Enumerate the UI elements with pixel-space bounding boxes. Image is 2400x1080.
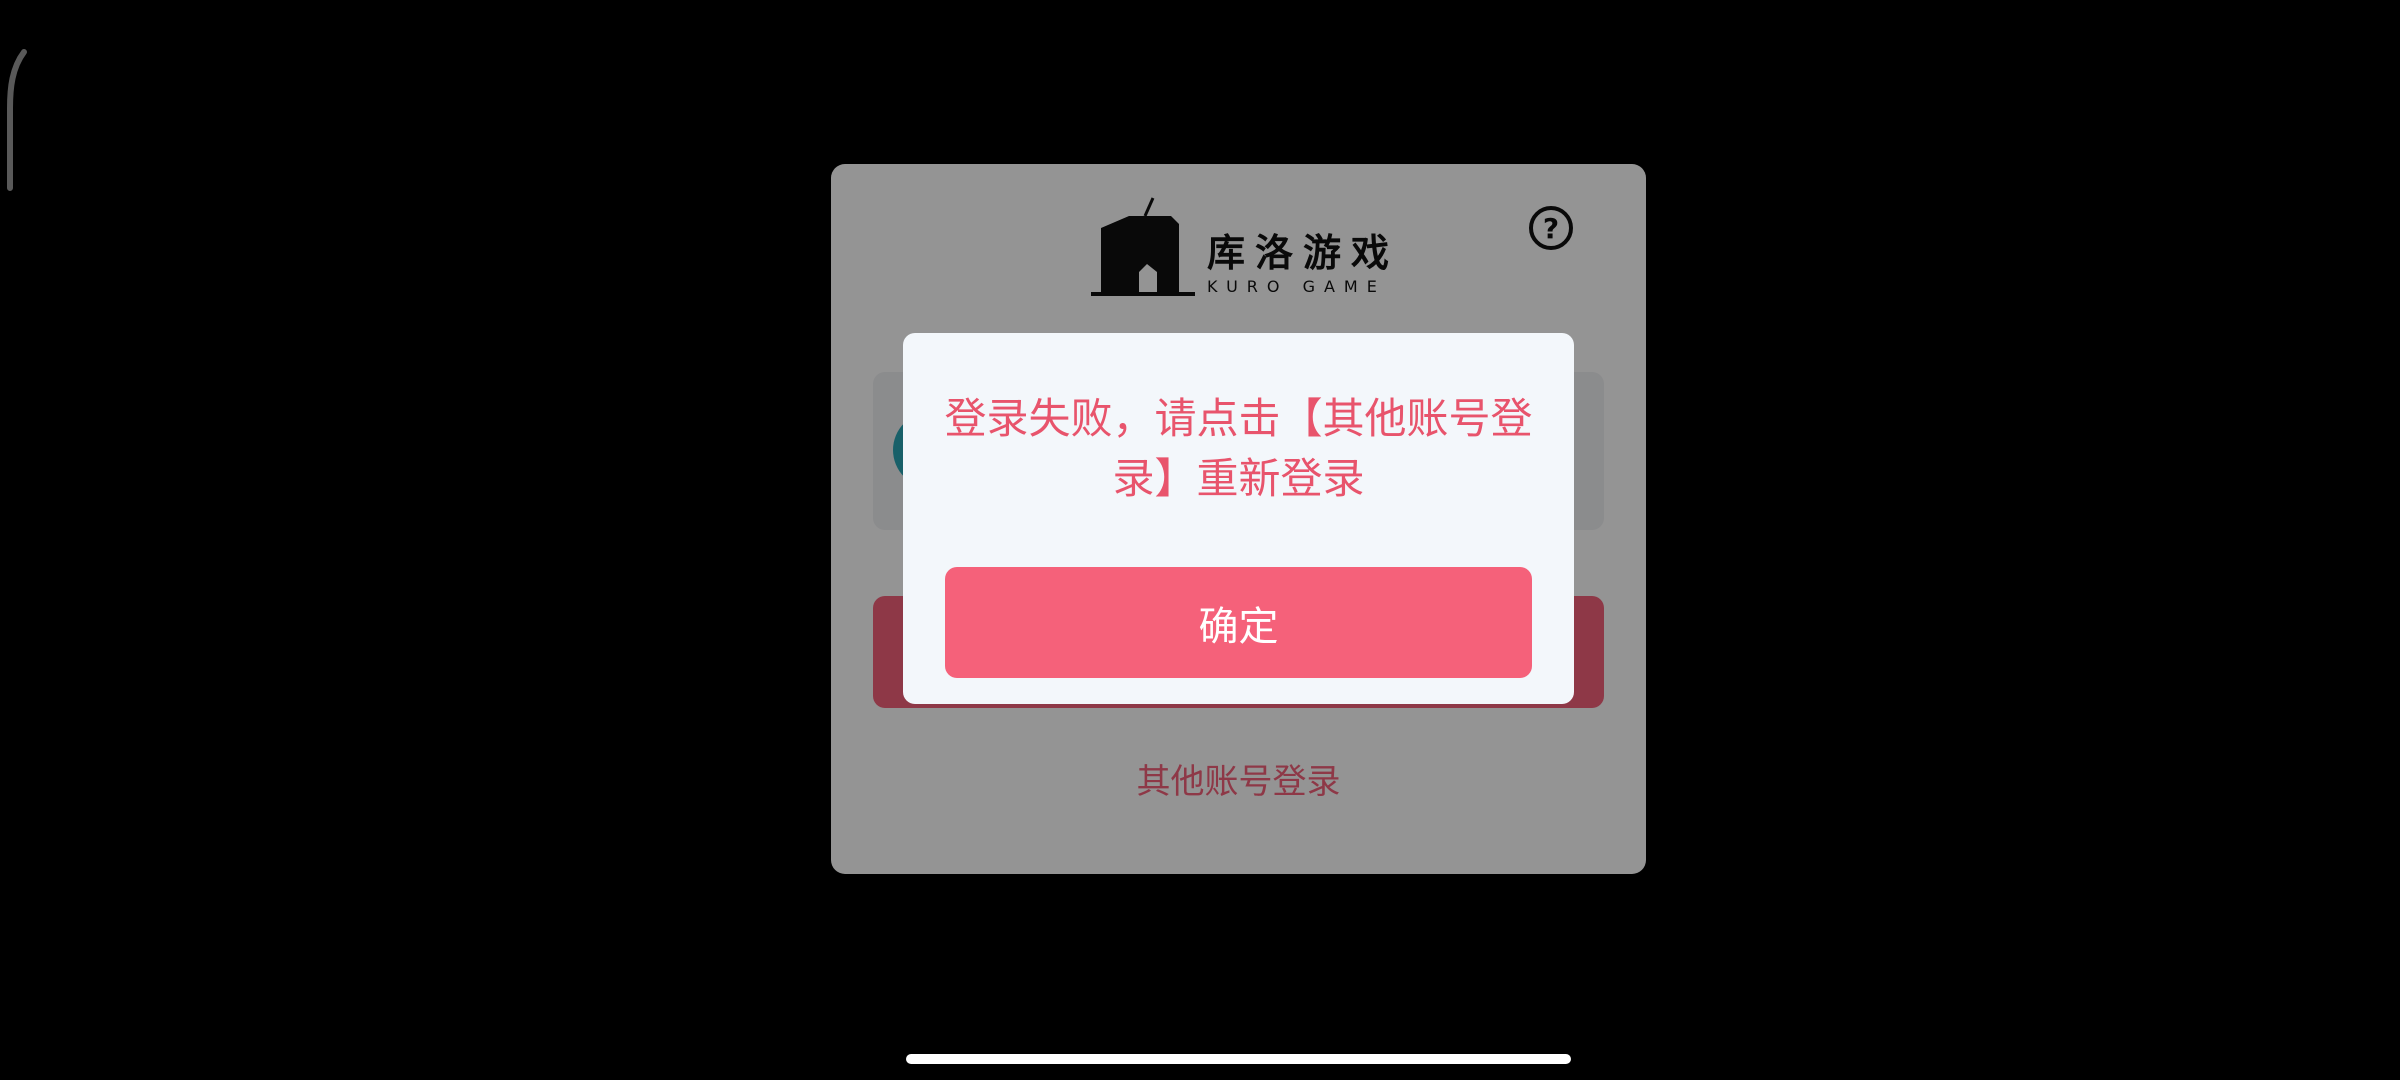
confirm-button[interactable]: 确定 [945, 567, 1532, 678]
screen: 库洛游戏 KURO GAME ? 其他账号登录 登录失败，请点击【其他账号登录】… [0, 0, 2400, 1080]
dialog-message: 登录失败，请点击【其他账号登录】重新登录 [944, 394, 1533, 503]
home-indicator[interactable] [906, 1054, 1571, 1064]
alert-dialog: 登录失败，请点击【其他账号登录】重新登录 确定 [903, 333, 1574, 704]
